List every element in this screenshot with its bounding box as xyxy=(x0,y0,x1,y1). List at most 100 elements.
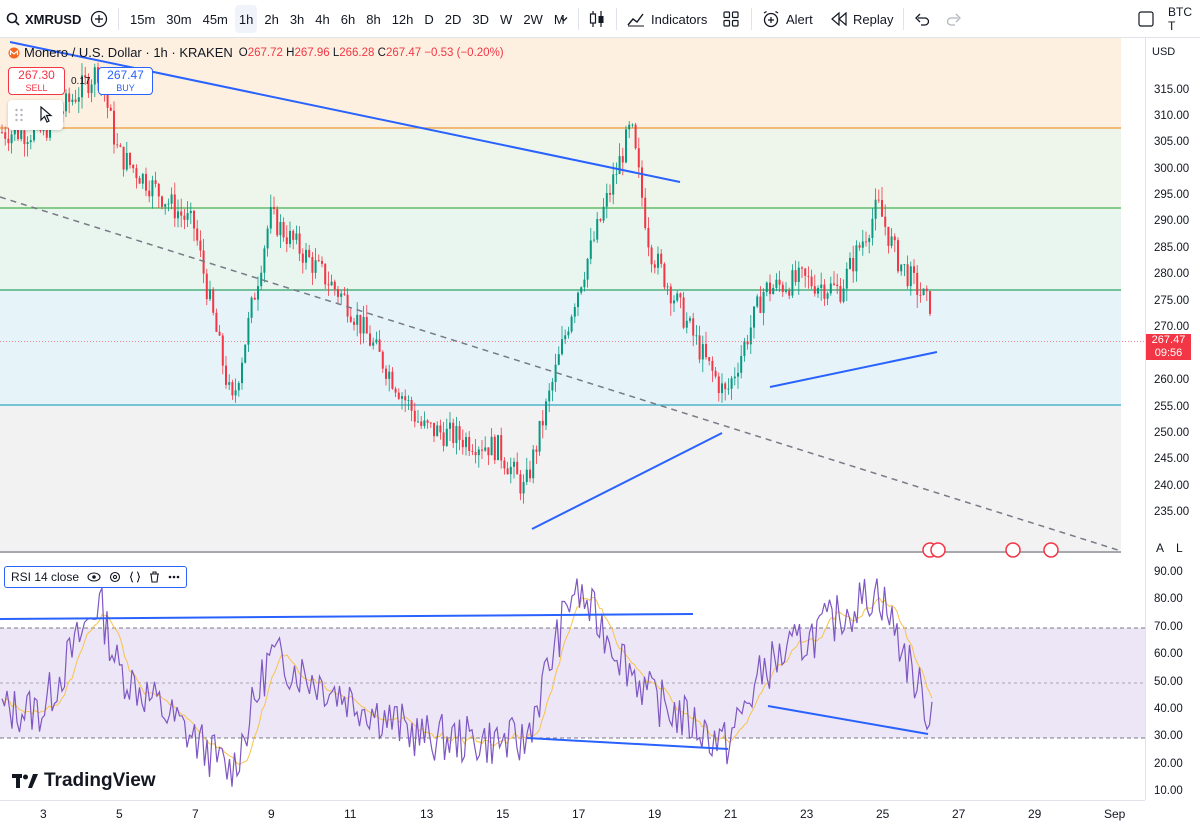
rsi-pane[interactable] xyxy=(0,560,1145,800)
timeframe-2w[interactable]: 2W xyxy=(519,12,547,27)
price-chart[interactable] xyxy=(0,38,1145,560)
rsi-tick-label: 40.00 xyxy=(1154,703,1183,715)
templates-button[interactable] xyxy=(723,0,739,38)
timeframe-4h[interactable]: 4h xyxy=(311,12,333,27)
low-value: 266.28 xyxy=(339,46,375,59)
candle-body xyxy=(788,290,791,296)
settings-icon[interactable] xyxy=(109,571,121,583)
candle-body xyxy=(535,449,538,452)
log-scale-toggle[interactable]: L xyxy=(1176,541,1183,555)
timeframe-w[interactable]: W xyxy=(496,12,516,27)
sell-button[interactable]: 267.30 SELL xyxy=(8,67,65,95)
tradingview-logo[interactable]: TradingView xyxy=(12,770,156,792)
drag-handle-icon[interactable] xyxy=(14,107,24,123)
candle-body xyxy=(199,240,202,251)
candle-body xyxy=(269,207,272,229)
alert-label: Alert xyxy=(786,11,813,27)
rsi-title[interactable]: RSI 14 close xyxy=(11,570,79,584)
more-icon[interactable] xyxy=(168,575,180,579)
cursor-icon[interactable] xyxy=(39,106,53,124)
timeframe-30m[interactable]: 30m xyxy=(162,12,195,27)
candle-body xyxy=(333,281,336,290)
price-scale[interactable]: USD 315.00 310.00 305.00 300.00 295.00 290.00… xyxy=(1145,38,1200,800)
timeframe-3h[interactable]: 3h xyxy=(286,12,308,27)
timeframe-d[interactable]: D xyxy=(420,12,437,27)
trash-icon[interactable] xyxy=(149,571,160,583)
candle-body xyxy=(196,228,199,241)
price-tick-label: 250.00 xyxy=(1154,427,1190,439)
candle-body xyxy=(391,371,394,389)
timeframe-8h[interactable]: 8h xyxy=(362,12,384,27)
candle-body xyxy=(557,354,560,365)
eye-icon[interactable] xyxy=(87,572,101,582)
buy-button[interactable]: 267.47 BUY xyxy=(98,67,153,95)
candle-body xyxy=(663,263,666,288)
drawing-tools-panel[interactable] xyxy=(8,100,63,130)
candle-body xyxy=(906,264,909,287)
timeframe-3d[interactable]: 3D xyxy=(468,12,493,27)
candle-body xyxy=(145,173,147,191)
candle-body xyxy=(497,435,499,461)
replay-button[interactable]: Replay xyxy=(831,0,893,38)
compare-button[interactable] xyxy=(90,0,108,38)
redo-button[interactable] xyxy=(946,0,962,38)
candle-body xyxy=(417,421,419,423)
event-icon[interactable] xyxy=(930,542,946,558)
timeframe-2h[interactable]: 2h xyxy=(260,12,282,27)
candle-body xyxy=(113,110,115,145)
timeframe-12h[interactable]: 12h xyxy=(388,12,418,27)
candle-body xyxy=(711,360,714,371)
timeframe-2d[interactable]: 2D xyxy=(441,12,466,27)
right-symbol[interactable]: BTC T xyxy=(1168,0,1200,38)
timeframe-15m[interactable]: 15m xyxy=(126,12,159,27)
time-tick-label: 5 xyxy=(116,807,123,821)
candle-body xyxy=(189,210,192,214)
timeframe-45m[interactable]: 45m xyxy=(199,12,232,27)
candle-body xyxy=(698,335,701,360)
price-tick-label: 275.00 xyxy=(1154,295,1190,307)
time-axis[interactable]: 3 5 7 9 11 13 15 17 19 21 23 25 27 29 Sep xyxy=(0,800,1145,830)
candle-body xyxy=(887,226,890,246)
candle-body xyxy=(580,287,583,293)
event-icon[interactable] xyxy=(1043,542,1059,558)
candle-body xyxy=(820,284,823,288)
source-code-icon[interactable] xyxy=(129,571,141,583)
candle-body xyxy=(573,307,576,317)
candle-body xyxy=(685,320,688,328)
chart-type-button[interactable] xyxy=(589,0,605,38)
undo-button[interactable] xyxy=(914,0,930,38)
candle-body xyxy=(673,300,675,304)
timeframe-1h[interactable]: 1h xyxy=(234,5,258,33)
candle-body xyxy=(327,284,330,286)
timeframe-dropdown[interactable] xyxy=(559,0,569,38)
event-icon[interactable] xyxy=(1005,542,1021,558)
price-tick-label: 305.00 xyxy=(1154,136,1190,148)
candle-body xyxy=(234,390,237,396)
alert-button[interactable]: Alert xyxy=(762,0,813,38)
candle-body xyxy=(311,256,314,273)
candle-body xyxy=(260,272,263,287)
candle-body xyxy=(493,436,496,461)
candle-body xyxy=(653,264,656,268)
rsi-legend[interactable]: RSI 14 close xyxy=(4,566,188,588)
auto-scale-toggle[interactable]: A xyxy=(1156,541,1164,555)
candle-body xyxy=(676,293,679,301)
candle-body xyxy=(132,164,135,169)
candle-body xyxy=(244,344,247,363)
timeframe-6h[interactable]: 6h xyxy=(337,12,359,27)
rsi-tick-label: 60.00 xyxy=(1154,648,1183,661)
candle-body xyxy=(346,294,349,317)
candle-body xyxy=(324,263,327,285)
legend-title[interactable]: Monero / U.S. Dollar · 1h · KRAKEN xyxy=(24,45,233,60)
symbol-search[interactable]: XMRUSD xyxy=(6,0,81,38)
candle-body xyxy=(717,376,720,394)
candle-body xyxy=(388,371,391,379)
candle-body xyxy=(781,284,784,292)
candle-body xyxy=(532,449,535,479)
indicators-button[interactable]: Indicators xyxy=(627,0,707,38)
candle-body xyxy=(231,382,234,396)
compare-checkbox[interactable] xyxy=(1138,0,1154,38)
candle xyxy=(682,291,685,330)
currency-selector[interactable]: USD xyxy=(1152,46,1175,58)
candle-body xyxy=(215,312,218,332)
